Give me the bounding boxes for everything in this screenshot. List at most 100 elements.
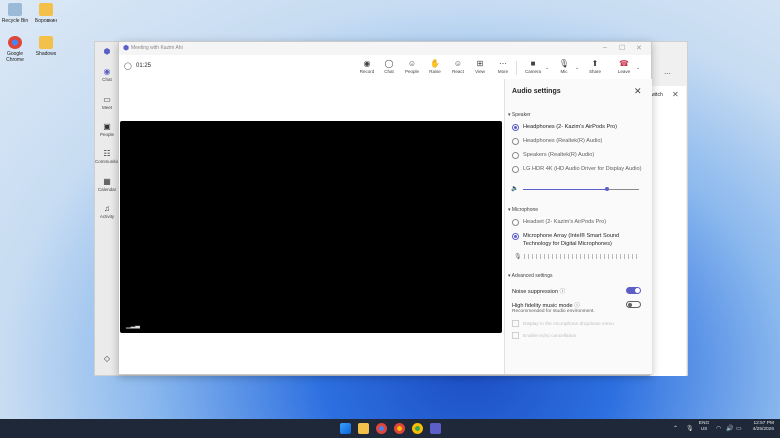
microphone-option[interactable]: Microphone Array (Intel® Smart Sound Tec… bbox=[512, 232, 646, 248]
mic-icon: 🎙 bbox=[558, 59, 570, 68]
meter-bar bbox=[588, 254, 589, 259]
speaker-option[interactable]: Speakers (Realtek(R) Audio) bbox=[512, 151, 646, 159]
volume-icon[interactable]: 🔊 bbox=[726, 425, 733, 432]
calendar-icon: ▦ bbox=[103, 177, 111, 186]
camera-options-chevron-icon[interactable]: ⌄ bbox=[545, 65, 549, 71]
meter-bar bbox=[548, 254, 549, 259]
teams-icon[interactable] bbox=[430, 423, 441, 434]
noise-suppression-toggle[interactable] bbox=[626, 287, 641, 294]
camera-button[interactable]: ■ Camera bbox=[522, 59, 544, 74]
meter-bar bbox=[584, 254, 585, 259]
advanced-settings-toggle[interactable]: ▾ Advanced settings bbox=[508, 273, 552, 279]
hifi-music-description: Recommended for studio environment. bbox=[512, 309, 595, 314]
record-button[interactable]: ◉ Record bbox=[356, 59, 378, 74]
mic-button[interactable]: 🎙 Mic bbox=[553, 59, 575, 74]
minimize-button[interactable]: – bbox=[603, 44, 607, 51]
mic-tray-icon[interactable]: 🎙 bbox=[686, 425, 694, 432]
desktop-icon-recycle-bin[interactable]: Recycle Bin bbox=[0, 3, 32, 24]
meter-bar bbox=[632, 254, 633, 259]
desktop-icon-chrome[interactable]: Google Chrome bbox=[0, 36, 32, 63]
chrome-alt-icon[interactable] bbox=[412, 423, 423, 434]
window-close-button[interactable]: ✕ bbox=[636, 44, 642, 52]
speaker-section-toggle[interactable]: ▾ Speaker bbox=[508, 112, 531, 118]
wifi-icon[interactable]: ◠ bbox=[716, 425, 721, 432]
view-button[interactable]: ⊞ View bbox=[469, 59, 491, 74]
mic-level-meter bbox=[524, 254, 640, 259]
slider-fill bbox=[523, 189, 607, 190]
folder-icon bbox=[39, 3, 53, 16]
close-panel-icon[interactable]: ✕ bbox=[634, 86, 642, 97]
radio-icon bbox=[512, 152, 519, 159]
rail-item-activity[interactable]: ♫ Activity bbox=[95, 205, 119, 220]
meter-bar bbox=[556, 254, 557, 259]
more-options-icon[interactable]: ⋯ bbox=[664, 70, 671, 78]
rail-item-chat[interactable]: ◉ Chat bbox=[95, 68, 119, 83]
slider-thumb[interactable] bbox=[604, 187, 609, 191]
speaker-volume-icon: 🔈 bbox=[511, 186, 519, 192]
mic-icon: 🎙 bbox=[514, 254, 522, 260]
speaker-option[interactable]: Headphones (2- Kazim's AirPods Pro) bbox=[512, 123, 646, 131]
rail-item-communities[interactable]: ☷ Communities bbox=[95, 149, 121, 165]
meeting-window: ⬢ Meeting with Kazim Ahi – ☐ ✕ ◯ 01:25 ◉… bbox=[118, 41, 652, 375]
close-icon[interactable]: ✕ bbox=[672, 90, 679, 99]
chrome-icon bbox=[8, 36, 22, 49]
teams-logo: ⬢ bbox=[95, 48, 119, 57]
rail-item-calendar[interactable]: ▦ Calendar bbox=[95, 177, 119, 193]
mic-options-chevron-icon[interactable]: ⌄ bbox=[575, 65, 579, 71]
meter-bar bbox=[596, 254, 597, 259]
taskbar: ⌃ 🎙 ENG US ◠ 🔊 ▭ 12:57 PM 4/25/2026 bbox=[0, 419, 780, 438]
more-button[interactable]: ⋯ More bbox=[492, 59, 514, 74]
desktop-icon-folder-2[interactable]: Shadows bbox=[29, 36, 63, 57]
leave-button[interactable]: ☎ Leave bbox=[613, 59, 635, 74]
microphone-section-toggle[interactable]: ▾ Microphone bbox=[508, 207, 538, 213]
video-feed: ▁▂▃ bbox=[120, 121, 502, 333]
speaker-option[interactable]: Headphones (Realtek(R) Audio) bbox=[512, 137, 646, 145]
diamond-icon: ◇ bbox=[103, 354, 111, 363]
radio-icon bbox=[512, 138, 519, 145]
chrome-profile-icon[interactable] bbox=[394, 423, 405, 434]
language-indicator[interactable]: ENG US bbox=[697, 421, 711, 433]
hifi-music-row: High fidelity music mode ⓘ bbox=[512, 303, 580, 309]
noise-suppression-row: Noise suppression ⓘ bbox=[512, 289, 566, 295]
meter-bar bbox=[552, 254, 553, 259]
share-button[interactable]: ⬆ Share bbox=[584, 59, 606, 74]
meter-bar bbox=[544, 254, 545, 259]
rail-item-premium[interactable]: ◇ bbox=[95, 355, 119, 364]
echo-cancellation-checkbox[interactable]: Enable echo cancellation bbox=[512, 332, 576, 339]
panel-title: Audio settings bbox=[512, 88, 561, 95]
radio-icon bbox=[512, 219, 519, 226]
meter-bar bbox=[568, 254, 569, 259]
leave-options-chevron-icon[interactable]: ⌄ bbox=[636, 65, 640, 71]
meeting-toolbar: ◯ 01:25 ◉ Record ◯ Chat ☺ People ✋ Raise ☺ Re… bbox=[119, 55, 651, 79]
people-button[interactable]: ☺ People bbox=[401, 59, 423, 74]
people-icon: ▣ bbox=[103, 122, 111, 131]
speaker-option[interactable]: LG HDR 4K (HD Audio Driver for Display A… bbox=[512, 165, 646, 173]
start-icon[interactable] bbox=[340, 423, 351, 434]
file-explorer-icon[interactable] bbox=[358, 423, 369, 434]
raise-hand-button[interactable]: ✋ Raise bbox=[424, 59, 446, 74]
maximize-button[interactable]: ☐ bbox=[619, 44, 625, 52]
clock[interactable]: 12:57 PM 4/25/2026 bbox=[744, 421, 774, 433]
divider bbox=[516, 61, 517, 75]
hifi-music-toggle[interactable] bbox=[626, 301, 641, 308]
meter-bar bbox=[616, 254, 617, 259]
meter-bar bbox=[576, 254, 577, 259]
display-in-dropdown-checkbox[interactable]: Display in the microphone dropdown menu bbox=[512, 320, 614, 327]
microphone-option[interactable]: Headset (2- Kazim's AirPods Pro) bbox=[512, 218, 646, 226]
chevron-up-icon[interactable]: ⌃ bbox=[673, 425, 678, 432]
meter-bar bbox=[528, 254, 529, 259]
battery-icon[interactable]: ▭ bbox=[736, 425, 742, 432]
communities-icon: ☷ bbox=[103, 149, 111, 158]
meter-bar bbox=[564, 254, 565, 259]
chat-button[interactable]: ◯ Chat bbox=[378, 59, 400, 74]
react-button[interactable]: ☺ React bbox=[447, 59, 469, 74]
meter-bar bbox=[524, 254, 525, 259]
desktop-icon-folder[interactable]: Боровкин bbox=[29, 3, 63, 24]
rail-item-people[interactable]: ▣ People bbox=[95, 122, 119, 138]
chrome-icon[interactable] bbox=[376, 423, 387, 434]
back-side-panel: Switch ✕ bbox=[648, 86, 686, 376]
teams-icon: ⬢ bbox=[123, 45, 130, 52]
speaker-volume-slider[interactable] bbox=[523, 187, 639, 191]
info-icon[interactable]: ⓘ bbox=[560, 289, 566, 295]
rail-item-meet[interactable]: ▭ Meet bbox=[95, 96, 119, 111]
